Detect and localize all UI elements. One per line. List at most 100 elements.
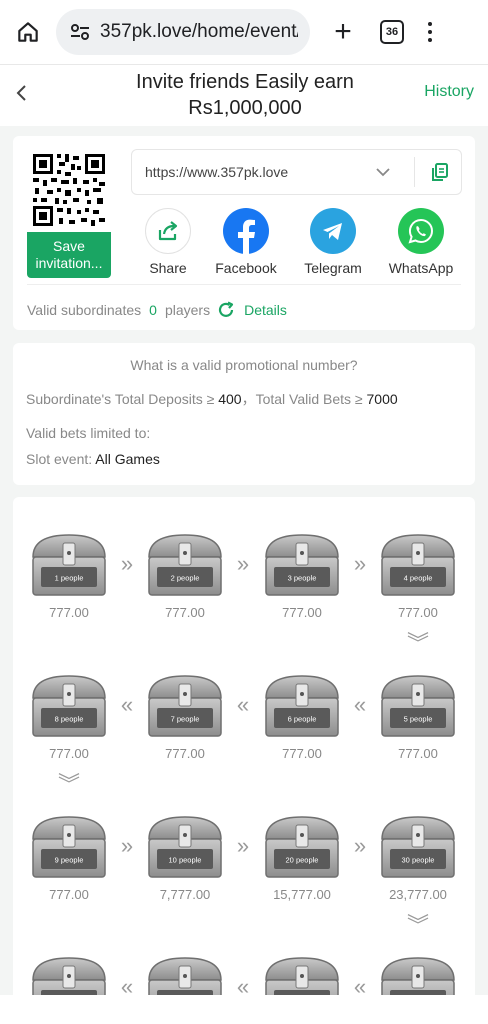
chest-item[interactable]: 8 people 777.00	[27, 670, 111, 761]
save-invitation-label-line2: invitation...	[35, 255, 103, 271]
treasure-chest-icon: 30 people	[381, 816, 455, 878]
chest-amount: 777.00	[165, 605, 205, 620]
invite-card: Save invitation... https://www.357pk.lov…	[13, 136, 475, 330]
chest-item[interactable]: 1 people 777.00	[27, 529, 111, 620]
chest-amount: 777.00	[398, 605, 438, 620]
share-button[interactable]: Share	[125, 208, 211, 276]
copy-icon[interactable]	[429, 161, 451, 183]
svg-text:30 people: 30 people	[402, 856, 435, 865]
save-invitation-button[interactable]: Save invitation...	[27, 232, 111, 278]
chest-amount: 23,777.00	[389, 887, 447, 902]
promo-requirement-line: Subordinate's Total Deposits ≥ 400，Total…	[26, 389, 398, 409]
chevron-double-left-icon: «	[353, 692, 367, 717]
chest-item[interactable]: 6 people 777.00	[260, 670, 344, 761]
invite-link-field[interactable]: https://www.357pk.love	[131, 149, 462, 195]
chest-item[interactable]: 9 people 777.00	[27, 811, 111, 902]
qr-code[interactable]: Save invitation...	[27, 150, 111, 278]
chevron-down-icon[interactable]	[374, 163, 392, 181]
svg-text:10 people: 10 people	[169, 856, 202, 865]
treasure-chest-icon: 5 people	[381, 675, 455, 737]
bets-label: ，Total Valid Bets ≥	[241, 391, 363, 407]
chest-amount: 777.00	[282, 605, 322, 620]
more-menu-icon[interactable]	[428, 22, 432, 42]
chest-amount: 777.00	[165, 746, 205, 761]
chevron-double-right-icon: »	[120, 833, 134, 858]
valid-subordinates-row: Valid subordinates 0 players Details	[27, 300, 287, 320]
whatsapp-icon	[398, 208, 444, 254]
details-link[interactable]: Details	[244, 302, 287, 318]
telegram-icon	[310, 208, 356, 254]
invite-link-text: https://www.357pk.love	[145, 164, 289, 180]
treasure-chest-icon: 8 people	[32, 675, 106, 737]
chest-amount: 777.00	[282, 746, 322, 761]
site-settings-icon[interactable]	[68, 20, 92, 44]
chevron-double-down-icon: ︾	[407, 913, 430, 938]
valid-subordinates-unit: players	[164, 302, 211, 318]
page-title-line1: Invite friends Easily earn	[136, 71, 354, 93]
bottom-bar	[0, 995, 488, 1024]
save-invitation-label-line1: Save	[53, 238, 85, 254]
chevron-double-left-icon: «	[236, 692, 250, 717]
chevron-double-right-icon: »	[353, 833, 367, 858]
facebook-share-button[interactable]: Facebook	[203, 208, 289, 276]
treasure-chest-icon: 2 people	[148, 534, 222, 596]
svg-text:1 people: 1 people	[55, 574, 84, 583]
facebook-icon	[223, 208, 269, 254]
chevron-double-down-icon: ︾	[58, 772, 81, 797]
treasure-chest-icon: 6 people	[265, 675, 339, 737]
svg-text:3 people: 3 people	[288, 574, 317, 583]
chest-item[interactable]: 10 people 7,777.00	[143, 811, 227, 902]
svg-text:9 people: 9 people	[55, 856, 84, 865]
treasure-chest-icon: 4 people	[381, 534, 455, 596]
chest-item[interactable]: 4 people 777.00	[376, 529, 460, 620]
page-title: Invite friends Easily earn Rs1,000,000	[100, 69, 390, 121]
chest-item[interactable]: 2 people 777.00	[143, 529, 227, 620]
treasure-chest-icon: 10 people	[148, 816, 222, 878]
share-label: Share	[149, 260, 187, 276]
svg-text:6 people: 6 people	[288, 715, 317, 724]
svg-text:7 people: 7 people	[171, 715, 200, 724]
share-row: Share Facebook Telegram WhatsApp	[125, 208, 471, 278]
url-text: 357pk.love/home/event/c	[100, 21, 298, 42]
whatsapp-share-button[interactable]: WhatsApp	[378, 208, 464, 276]
refresh-icon[interactable]	[216, 300, 236, 320]
chest-amount: 777.00	[398, 746, 438, 761]
chest-reward-grid: 1 people 777.00 2 people 777.00 3 people 777.…	[13, 497, 475, 1019]
svg-text:8 people: 8 people	[55, 715, 84, 724]
telegram-share-button[interactable]: Telegram	[290, 208, 376, 276]
svg-text:4 people: 4 people	[404, 574, 433, 583]
chest-item[interactable]: 7 people 777.00	[143, 670, 227, 761]
address-bar[interactable]: 357pk.love/home/event/c	[56, 9, 310, 55]
link-divider	[414, 157, 415, 187]
browser-toolbar: 357pk.love/home/event/c + 36	[0, 0, 488, 64]
treasure-chest-icon: 9 people	[32, 816, 106, 878]
treasure-chest-icon: 20 people	[265, 816, 339, 878]
chest-amount: 777.00	[49, 887, 89, 902]
new-tab-icon[interactable]: +	[326, 15, 360, 49]
chevron-double-down-icon: ︾	[407, 631, 430, 656]
chevron-double-right-icon: »	[236, 833, 250, 858]
chest-item[interactable]: 20 people 15,777.00	[260, 811, 344, 902]
chest-amount: 777.00	[49, 605, 89, 620]
chest-item[interactable]: 3 people 777.00	[260, 529, 344, 620]
deposits-value: 400	[218, 391, 242, 407]
tab-switcher-button[interactable]: 36	[380, 20, 404, 44]
card-divider	[27, 284, 461, 285]
valid-subordinates-label: Valid subordinates	[27, 302, 142, 318]
svg-text:20 people: 20 people	[286, 856, 319, 865]
promo-question: What is a valid promotional number?	[130, 357, 358, 373]
back-arrow-icon[interactable]	[12, 83, 32, 103]
home-icon[interactable]	[10, 14, 46, 50]
share-icon	[145, 208, 191, 254]
history-link[interactable]: History	[424, 83, 474, 101]
chest-item[interactable]: 30 people 23,777.00	[376, 811, 460, 902]
whatsapp-label: WhatsApp	[388, 260, 454, 276]
valid-bets-limited-label: Valid bets limited to:	[26, 425, 151, 441]
chest-item[interactable]: 5 people 777.00	[376, 670, 460, 761]
qr-code-image	[27, 150, 111, 232]
svg-text:2 people: 2 people	[171, 574, 200, 583]
treasure-chest-icon: 3 people	[265, 534, 339, 596]
chevron-double-right-icon: »	[120, 551, 134, 576]
chest-amount: 777.00	[49, 746, 89, 761]
slot-event-line: Slot event: All Games	[26, 451, 160, 467]
